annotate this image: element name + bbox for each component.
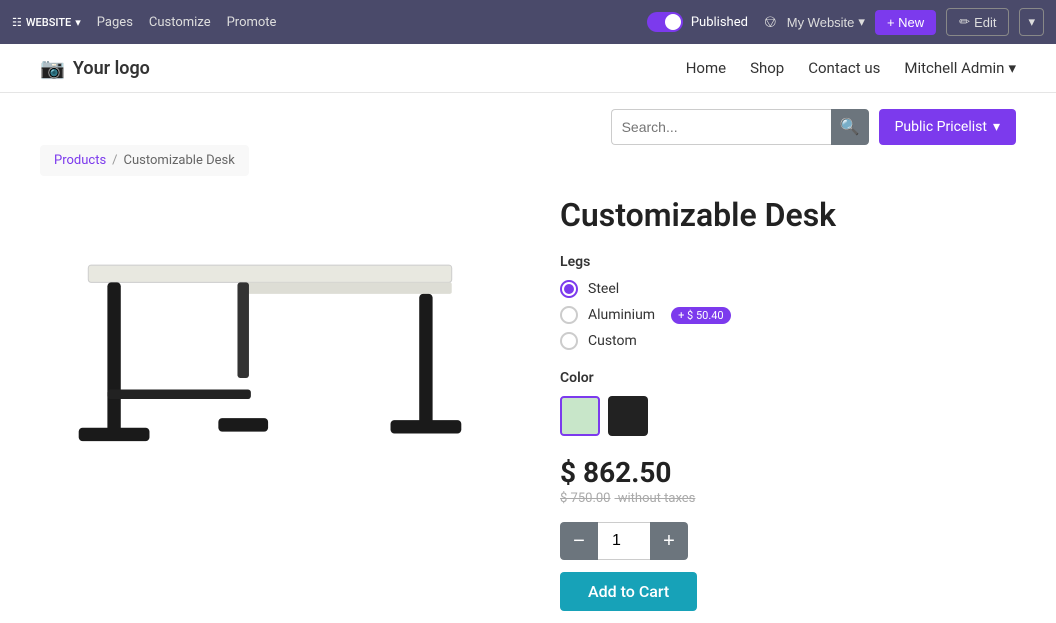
pages-link[interactable]: Pages [97,15,133,30]
search-icon: 🔍 [840,119,860,136]
product-image-area [40,196,520,611]
product-title: Customizable Desk [560,196,1016,234]
admin-caret: ▾ [1008,59,1016,77]
camera-icon: 📷 [40,56,65,80]
quantity-input[interactable] [598,522,650,560]
my-website-caret: ▾ [858,14,865,30]
product-image [40,196,500,516]
radio-custom-circle[interactable] [560,332,578,350]
edit-label: Edit [974,15,996,30]
radio-steel[interactable]: Steel [560,280,1016,298]
breadcrumb: Products / Customizable Desk [40,145,249,176]
breadcrumb-current: Customizable Desk [124,153,235,168]
site-header: 📷 Your logo Home Shop Contact us Mitchel… [0,44,1056,93]
price-section: $ 862.50 $ 750.00 without taxes [560,456,1016,506]
legs-option-group: Legs Steel Aluminium + $ 50.40 Custom [560,254,1016,350]
quantity-decrease[interactable]: − [560,522,598,560]
more-button[interactable]: ▾ [1019,8,1044,36]
radio-aluminium-label: Aluminium [588,307,655,323]
search-row: 🔍 Public Pricelist ▾ [40,93,1016,145]
pricelist-label: Public Pricelist [895,119,987,135]
new-label: + New [887,15,924,30]
website-menu[interactable]: ☷ WEBSITE ▾ [12,16,81,29]
color-black[interactable] [608,396,648,436]
my-website-label: My Website [787,15,855,30]
aluminium-price-badge: + $ 50.40 [671,307,731,324]
price-excl-tax: $ 750.00 without taxes [560,491,1016,506]
admin-label: Mitchell Admin [904,59,1004,77]
new-button[interactable]: + New [875,10,936,35]
price-excl-value: $ 750.00 [560,491,611,506]
site-nav: Home Shop Contact us Mitchell Admin ▾ [686,59,1016,77]
color-option-group: Color [560,370,1016,436]
color-green[interactable] [560,396,600,436]
promote-link[interactable]: Promote [227,15,277,30]
logo[interactable]: 📷 Your logo [40,56,150,80]
desk-illustration [50,206,490,506]
publish-toggle[interactable] [647,12,683,32]
breadcrumb-parent[interactable]: Products [54,153,106,168]
top-bar-right: ⎊ My Website ▾ + New ✏ Edit ▾ [764,8,1044,36]
color-swatches [560,396,1016,436]
published-label: Published [691,15,748,30]
product-details: Customizable Desk Legs Steel Aluminium +… [560,196,1016,611]
more-caret: ▾ [1028,14,1035,29]
pricelist-button[interactable]: Public Pricelist ▾ [879,109,1016,145]
add-to-cart-button[interactable]: Add to Cart [560,572,697,611]
nav-contact[interactable]: Contact us [808,59,880,77]
legs-label: Legs [560,254,1016,270]
pencil-icon: ✏ [959,14,970,30]
search-button[interactable]: 🔍 [831,109,869,145]
radio-aluminium[interactable]: Aluminium + $ 50.40 [560,306,1016,324]
top-bar: ☷ WEBSITE ▾ Pages Customize Promote Publ… [0,0,1056,44]
radio-custom-label: Custom [588,333,637,349]
breadcrumb-separator: / [112,153,117,168]
logo-text: Your logo [73,58,150,79]
content-area: 🔍 Public Pricelist ▾ Products / Customiz… [0,93,1056,611]
quantity-row: − + [560,522,1016,560]
customize-link[interactable]: Customize [149,15,211,30]
my-website-button[interactable]: My Website ▾ [787,14,865,30]
publish-toggle-group: Published [647,12,748,32]
website-label: WEBSITE [26,16,71,29]
radio-steel-label: Steel [588,281,619,297]
admin-menu[interactable]: Mitchell Admin ▾ [904,59,1016,77]
top-nav: Pages Customize Promote [97,15,277,30]
pricelist-caret: ▾ [993,119,1000,135]
product-layout: Customizable Desk Legs Steel Aluminium +… [40,196,1016,611]
website-caret: ▾ [75,16,81,29]
nav-shop[interactable]: Shop [750,59,784,77]
color-label: Color [560,370,1016,386]
search-input[interactable] [611,109,831,145]
nav-home[interactable]: Home [686,59,726,77]
radio-custom[interactable]: Custom [560,332,1016,350]
radio-aluminium-circle[interactable] [560,306,578,324]
edit-button[interactable]: ✏ Edit [946,8,1009,36]
main-price: $ 862.50 [560,456,1016,489]
quantity-increase[interactable]: + [650,522,688,560]
radio-steel-circle[interactable] [560,280,578,298]
price-excl-suffix: without taxes [615,491,696,506]
search-wrapper: 🔍 [611,109,869,145]
mobile-icon[interactable]: ⎊ [764,12,777,32]
grid-icon: ☷ [12,16,22,29]
